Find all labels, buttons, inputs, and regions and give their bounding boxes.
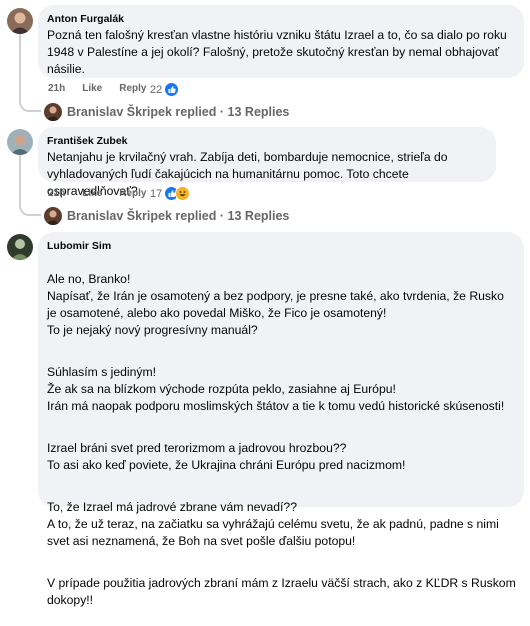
comment-author[interactable]: František Zubek: [47, 135, 486, 147]
reaction-summary[interactable]: 22: [150, 82, 180, 97]
comment-paragraph: To, že Izrael má jadrové zbrane vám neva…: [47, 500, 499, 548]
comment-bubble: Lubomir Sim Ale no, Branko! Napísať, že …: [38, 232, 524, 607]
comment-time[interactable]: 21h: [48, 188, 65, 199]
reaction-summary[interactable]: 17: [150, 186, 191, 201]
comment-actions: 21h Like Reply: [48, 188, 163, 199]
thread-elbow: [19, 98, 41, 112]
view-replies-link[interactable]: Branislav Škripek replied · 13 Replies: [44, 103, 289, 121]
haha-reaction-icon: [175, 186, 191, 201]
reply-verb: replied: [175, 209, 217, 223]
reply-avatar: [44, 207, 62, 225]
comment-text: Ale no, Branko! Napísať, že Irán je osam…: [47, 254, 516, 626]
comment-bubble: František Zubek Netanjahu je krvilačný v…: [38, 127, 496, 198]
like-reaction-icon: [164, 82, 180, 97]
reply-author: Branislav Škripek: [67, 105, 172, 119]
reply-count: 13 Replies: [227, 209, 290, 223]
comment-author[interactable]: Lubomir Sim: [47, 240, 516, 252]
reply-count: 13 Replies: [227, 105, 290, 119]
comment-paragraph: Ale no, Branko! Napísať, že Irán je osam…: [47, 272, 504, 337]
comment-text: Pozná ten falošný kresťan vlastne histór…: [47, 27, 514, 78]
avatar[interactable]: [7, 8, 33, 34]
avatar[interactable]: [7, 129, 33, 155]
reaction-count: 22: [150, 83, 163, 96]
comment-paragraph: Súhlasím s jediným! Že ak sa na blízkom …: [47, 365, 505, 413]
view-replies-link[interactable]: Branislav Škripek replied · 13 Replies: [44, 207, 289, 225]
reply-author: Branislav Škripek: [67, 209, 172, 223]
reply-avatar: [44, 103, 62, 121]
comment-paragraph: V prípade použitia jadrových zbraní mám …: [47, 576, 516, 607]
reply-button[interactable]: Reply: [119, 188, 146, 199]
reaction-count: 17: [150, 187, 163, 200]
reply-verb: replied: [175, 105, 217, 119]
like-button[interactable]: Like: [82, 188, 102, 199]
thread-elbow: [19, 202, 41, 216]
comment-paragraph: Izrael bráni svet pred terorizmom a jadr…: [47, 441, 406, 472]
separator: ·: [219, 209, 225, 223]
comment-author[interactable]: Anton Furgalák: [47, 13, 514, 25]
reply-button[interactable]: Reply: [119, 83, 146, 94]
separator: ·: [219, 105, 225, 119]
thread-line: [19, 155, 21, 204]
like-button[interactable]: Like: [82, 83, 102, 94]
thread-line: [19, 34, 21, 100]
comment-actions: 21h Like Reply: [48, 83, 163, 94]
avatar[interactable]: [7, 234, 33, 260]
comment-time[interactable]: 21h: [48, 83, 65, 94]
comment-bubble: Anton Furgalák Pozná ten falošný kresťan…: [38, 5, 524, 78]
comment-paragraph: Pozná ten falošný kresťan vlastne histór…: [47, 28, 507, 76]
